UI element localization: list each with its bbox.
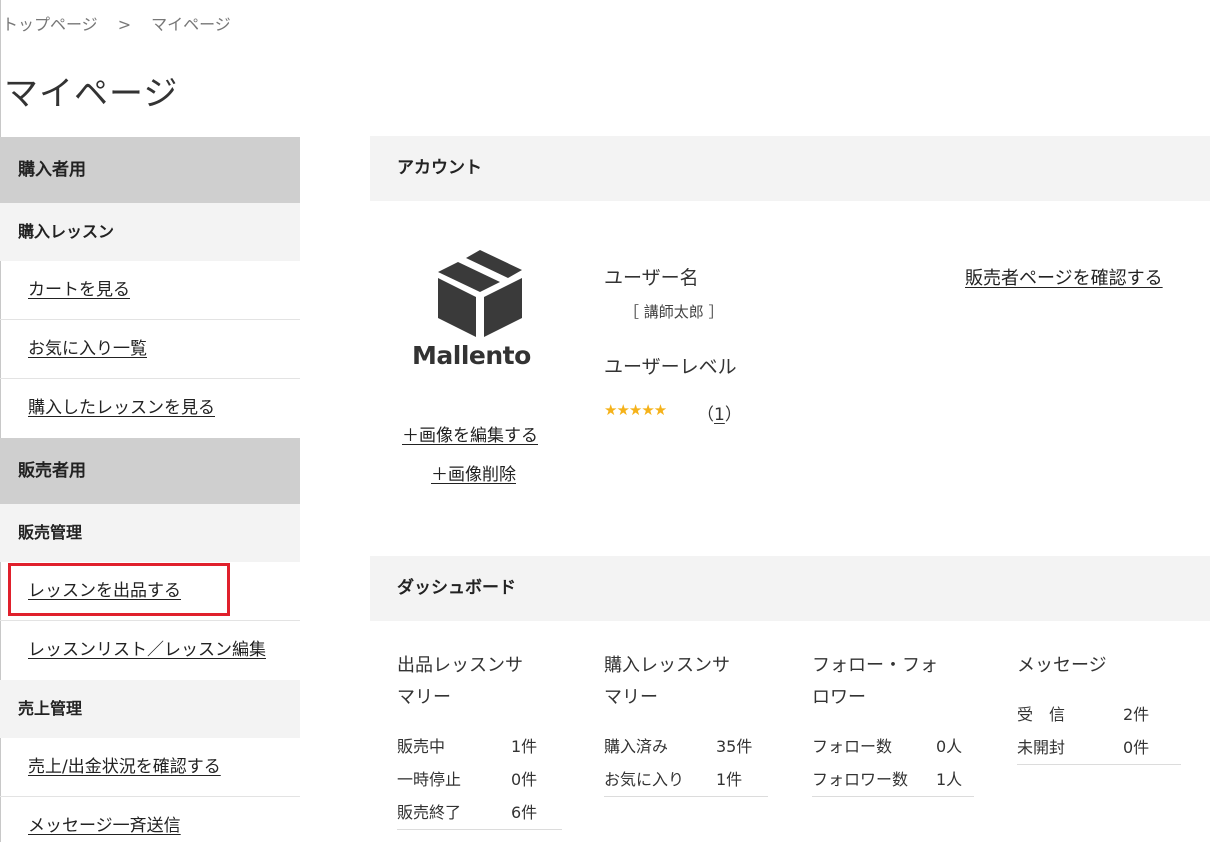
listing-stats: 販売中 1件 一時停止 0件 販売終了 6件 bbox=[397, 730, 562, 830]
username-value: ［ 講師太郎 ］ bbox=[624, 303, 724, 321]
stat-row: 未開封 0件 bbox=[1017, 738, 1150, 757]
stat-row: 一時停止 0件 bbox=[397, 770, 538, 789]
stat-row: 受 信 2件 bbox=[1017, 705, 1150, 724]
sidebar-item-favorites[interactable]: お気に入り一覧 bbox=[0, 320, 300, 379]
sidebar-item-lesson-list-edit[interactable]: レッスンリスト／レッスン編集 bbox=[0, 621, 300, 680]
sidebar-item-view-cart[interactable]: カートを見る bbox=[0, 261, 300, 320]
follow-summary-title: フォロー・フォ ロワー bbox=[812, 655, 938, 708]
message-summary-title: メッセージ bbox=[1017, 655, 1107, 676]
sidebar-item-bulk-message[interactable]: メッセージ一斉送信 bbox=[0, 797, 300, 856]
rating-stars-icon: ★★★★★ bbox=[604, 401, 667, 419]
sidebar-item-revenue-status[interactable]: 売上/出金状況を確認する bbox=[0, 738, 300, 797]
stat-row: フォロー数 0人 bbox=[812, 737, 963, 756]
message-stats: 受 信 2件 未開封 0件 bbox=[1017, 698, 1181, 765]
follow-summary: フォロー・フォ ロワー フォロー数 0人 フォロワー数 1人 bbox=[812, 650, 974, 797]
stat-row: 販売終了 6件 bbox=[397, 803, 538, 822]
dashboard-section-header: ダッシュボード bbox=[370, 556, 1210, 621]
edit-image-link[interactable]: ＋画像を編集する bbox=[402, 421, 538, 446]
sidebar-item-purchased-lessons[interactable]: 購入したレッスンを見る bbox=[0, 379, 300, 438]
purchase-stats: 購入済み 35件 お気に入り 1件 bbox=[604, 730, 768, 797]
sidebar-header-seller: 販売者用 bbox=[0, 438, 300, 504]
rating-count: （1） bbox=[697, 405, 742, 425]
purchase-summary-title: 購入レッスンサ マリー bbox=[604, 655, 730, 708]
listing-summary-title: 出品レッスンサ マリー bbox=[397, 655, 523, 708]
breadcrumb-home[interactable]: トップページ bbox=[2, 11, 98, 35]
sidebar: 購入者用 購入レッスン カートを見る お気に入り一覧 購入したレッスンを見る 販… bbox=[0, 137, 300, 856]
stat-row: フォロワー数 1人 bbox=[812, 770, 963, 789]
user-level-label: ユーザーレベル bbox=[604, 356, 737, 378]
logo-text: Mallento bbox=[412, 341, 531, 370]
purchase-summary: 購入レッスンサ マリー 購入済み 35件 お気に入り 1件 bbox=[604, 650, 768, 797]
username-label: ユーザー名 bbox=[604, 267, 699, 289]
follow-stats: フォロー数 0人 フォロワー数 1人 bbox=[812, 730, 974, 797]
sidebar-item-list-lesson[interactable]: レッスンを出品する bbox=[0, 562, 300, 621]
breadcrumb-separator: > bbox=[117, 15, 132, 34]
seller-page-link[interactable]: 販売者ページを確認する bbox=[965, 264, 1163, 290]
mallento-logo-icon bbox=[438, 250, 522, 337]
message-summary: メッセージ 受 信 2件 未開封 0件 bbox=[1017, 650, 1181, 765]
rating-count-link[interactable]: 1 bbox=[714, 405, 725, 425]
sidebar-subheader-sales-management: 販売管理 bbox=[0, 504, 300, 562]
breadcrumb-current: マイページ bbox=[151, 15, 231, 34]
sidebar-header-buyer: 購入者用 bbox=[0, 137, 300, 203]
stat-row: 購入済み 35件 bbox=[604, 737, 753, 756]
listing-summary: 出品レッスンサ マリー 販売中 1件 一時停止 0件 販売終了 6件 bbox=[397, 650, 562, 830]
delete-image-link[interactable]: ＋画像削除 bbox=[431, 460, 516, 485]
sidebar-subheader-purchased-lessons: 購入レッスン bbox=[0, 203, 300, 261]
stat-row: 販売中 1件 bbox=[397, 737, 538, 756]
stat-row: お気に入り 1件 bbox=[604, 770, 743, 789]
account-section-header: アカウント bbox=[370, 136, 1210, 201]
sidebar-subheader-revenue-management: 売上管理 bbox=[0, 680, 300, 738]
breadcrumb: トップページ > マイページ bbox=[2, 11, 231, 35]
page-title: マイページ bbox=[4, 74, 179, 114]
